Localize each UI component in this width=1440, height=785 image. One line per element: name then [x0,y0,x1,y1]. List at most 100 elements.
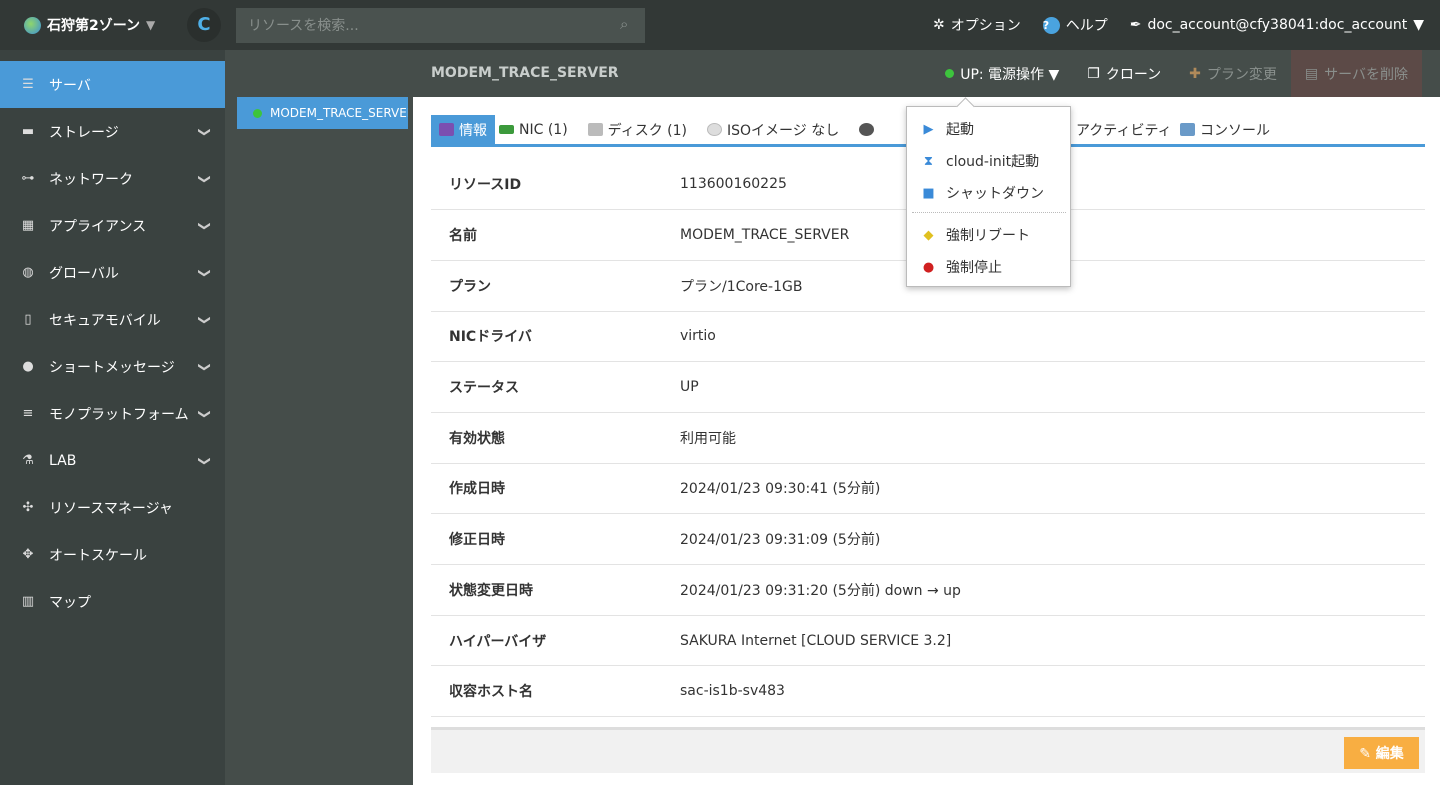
cd-icon [706,123,722,136]
detail-key: NICドライバ [431,311,680,363]
sidebar-item[interactable]: ▬ ストレージ ❯ [0,108,225,155]
table-row: ステータス UP [431,361,1425,413]
pencil-icon: ✎ [1359,746,1371,762]
detail-key: 修正日時 [431,513,680,565]
map-icon: ▥ [21,594,35,609]
top-bar: 石狩第2ゾーン▼ C ⌕ ✲オプション ?ヘルプ ✒doc_account@cf… [0,0,1440,50]
chevron-down-icon[interactable]: ❯ [198,361,212,371]
help-button[interactable]: ? ヘルプ [1042,15,1108,35]
chat-icon: ● [22,359,34,374]
status-dot-icon [945,69,955,78]
zone-selector[interactable]: 石狩第2ゾーン ▼ [24,15,155,35]
sidebar-item[interactable]: ▥ マップ [0,578,225,625]
tab-activity[interactable]: アクティビティ [1074,115,1174,144]
status-dot-icon [253,108,262,118]
refresh-button[interactable]: C [187,8,221,42]
sidebar-item-label: リソースマネージャ [49,500,173,517]
copy-icon: ❐ [1087,65,1100,82]
account-menu[interactable]: ✒ doc_account@cfy38041:doc_account ▼ [1130,15,1424,35]
detail-key: 有効状態 [431,412,680,464]
sidebar-item[interactable]: ▯ セキュアモバイル ❯ [0,296,225,343]
detail-value: 2024/01/23 09:31:09 (5分前) [680,513,1425,565]
sidebar-item[interactable]: ● ショートメッセージ ❯ [0,343,225,390]
server-list-item[interactable]: MODEM_TRACE_SERVER [237,97,408,129]
tab-iso-image[interactable]: ISOイメージ なし [697,115,849,144]
detail-key: リソースID [431,159,680,211]
table-row: 修正日時 2024/01/23 09:31:09 (5分前) [431,513,1425,565]
detail-value: UP [680,361,1425,413]
detail-value: 利用可能 [680,412,1425,464]
appliance-icon: ▦ [21,218,35,233]
search-icon[interactable]: ⌕ [620,15,628,33]
menu-item-force-stop[interactable]: ● 強制停止 [921,257,1002,277]
detail-value: sac-is1b-sv483 [680,665,1425,718]
menu-item-shutdown[interactable]: ■ シャットダウン [921,183,1044,203]
detail-key: 作成日時 [431,463,680,515]
mobile-icon: ▯ [24,312,32,327]
clone-button[interactable]: ❐ クローン [1073,50,1175,97]
tab-info[interactable]: 情報 [431,115,495,144]
server-icon: ☰ [22,77,34,92]
gear-icon: ✲ [932,17,945,33]
sidebar-item-label: オートスケール [49,547,147,564]
sidebar-item[interactable]: ▦ アプライアンス ❯ [0,202,225,249]
table-row: 収容ホスト名 sac-is1b-sv483 [431,665,1425,718]
sidebar-item[interactable]: ⚗ LAB ❯ [0,437,225,484]
menu-item-force-reboot[interactable]: ◆ 強制リブート [921,225,1031,245]
signpost-icon: ✚ [1189,65,1201,82]
table-row: ハイパーバイザ SAKURA Internet [CLOUD SERVICE 3.… [431,615,1425,667]
tab-nic[interactable]: NIC (1) [495,115,578,144]
chevron-down-icon[interactable]: ❯ [198,455,212,465]
chevron-down-icon[interactable]: ❯ [198,314,212,324]
network-icon: ⊶ [21,171,35,186]
detail-key: 状態変更日時 [431,564,680,616]
table-row: 作成日時 2024/01/23 09:30:41 (5分前) [431,463,1425,515]
puzzle-icon: ✣ [22,500,34,515]
tab-disk[interactable]: ディスク (1) [578,115,697,144]
tab-console[interactable]: コンソール [1176,115,1274,144]
power-operation-button[interactable]: UP: 電源操作 ▼ [931,50,1073,97]
storage-icon: ▬ [21,124,35,139]
power-menu: ▶ 起動 ⧗ cloud-init起動 ■ シャットダウン ◆ 強制リブート ● 強制停止 [906,106,1071,287]
sidebar-item[interactable]: ≡ モノプラットフォーム ❯ [0,390,225,437]
server-header: MODEM_TRACE_SERVER UP: 電源操作 ▼ ❐ クローン ✚ プラン… [413,50,1440,97]
chevron-down-icon[interactable]: ❯ [198,126,212,136]
warning-icon: ◆ [923,227,934,243]
feather-icon: ✒ [1129,17,1142,33]
chevron-down-icon[interactable]: ❯ [198,267,212,277]
chevron-down-icon[interactable]: ❯ [198,173,212,183]
page-title: MODEM_TRACE_SERVER [431,65,619,81]
sidebar-item[interactable]: ◍ グローバル ❯ [0,249,225,296]
detail-key: 名前 [431,209,680,261]
options-button[interactable]: ✲ オプション [933,15,1021,35]
sidebar-item-label: アプライアンス [49,218,147,235]
camera-icon [859,123,875,136]
caret-down-icon: ▼ [1413,17,1424,33]
edit-button[interactable]: ✎ 編集 [1344,737,1419,769]
sidebar-item-label: ストレージ [49,124,119,141]
detail-value: 2024/01/23 09:30:41 (5分前) [680,463,1425,515]
sidebar-item-label: ショートメッセージ [49,359,175,376]
delete-server-button[interactable]: ▤ サーバを削除 [1290,50,1422,97]
chevron-down-icon[interactable]: ❯ [198,408,212,418]
detail-key: ステータス [431,361,680,413]
server-list-panel [225,50,413,785]
sidebar-item-label: セキュアモバイル [49,312,161,329]
menu-item-cloud-init-start[interactable]: ⧗ cloud-init起動 [921,151,1039,171]
footer-bar: ✎ 編集 [431,727,1425,773]
chevron-down-icon[interactable]: ❯ [198,220,212,230]
menu-item-start[interactable]: ▶ 起動 [921,119,975,139]
search-input[interactable] [236,8,645,43]
sidebar-item[interactable]: ☰ サーバ [0,61,225,108]
sidebar-item[interactable]: ⊶ ネットワーク ❯ [0,155,225,202]
play-icon: ▶ [923,121,934,137]
sidebar-item[interactable]: ✥ オートスケール [0,531,225,578]
sidebar-item-label: モノプラットフォーム [49,406,189,423]
sidebar-item-label: ネットワーク [49,171,133,188]
server-warning-icon: ▤ [1304,65,1319,82]
sidebar-item[interactable]: ✣ リソースマネージャ [0,484,225,531]
move-icon: ✥ [22,547,34,562]
tab-camera[interactable] [849,115,889,144]
plan-change-button[interactable]: ✚ プラン変更 [1175,50,1291,97]
globe-icon: ◍ [22,265,34,280]
